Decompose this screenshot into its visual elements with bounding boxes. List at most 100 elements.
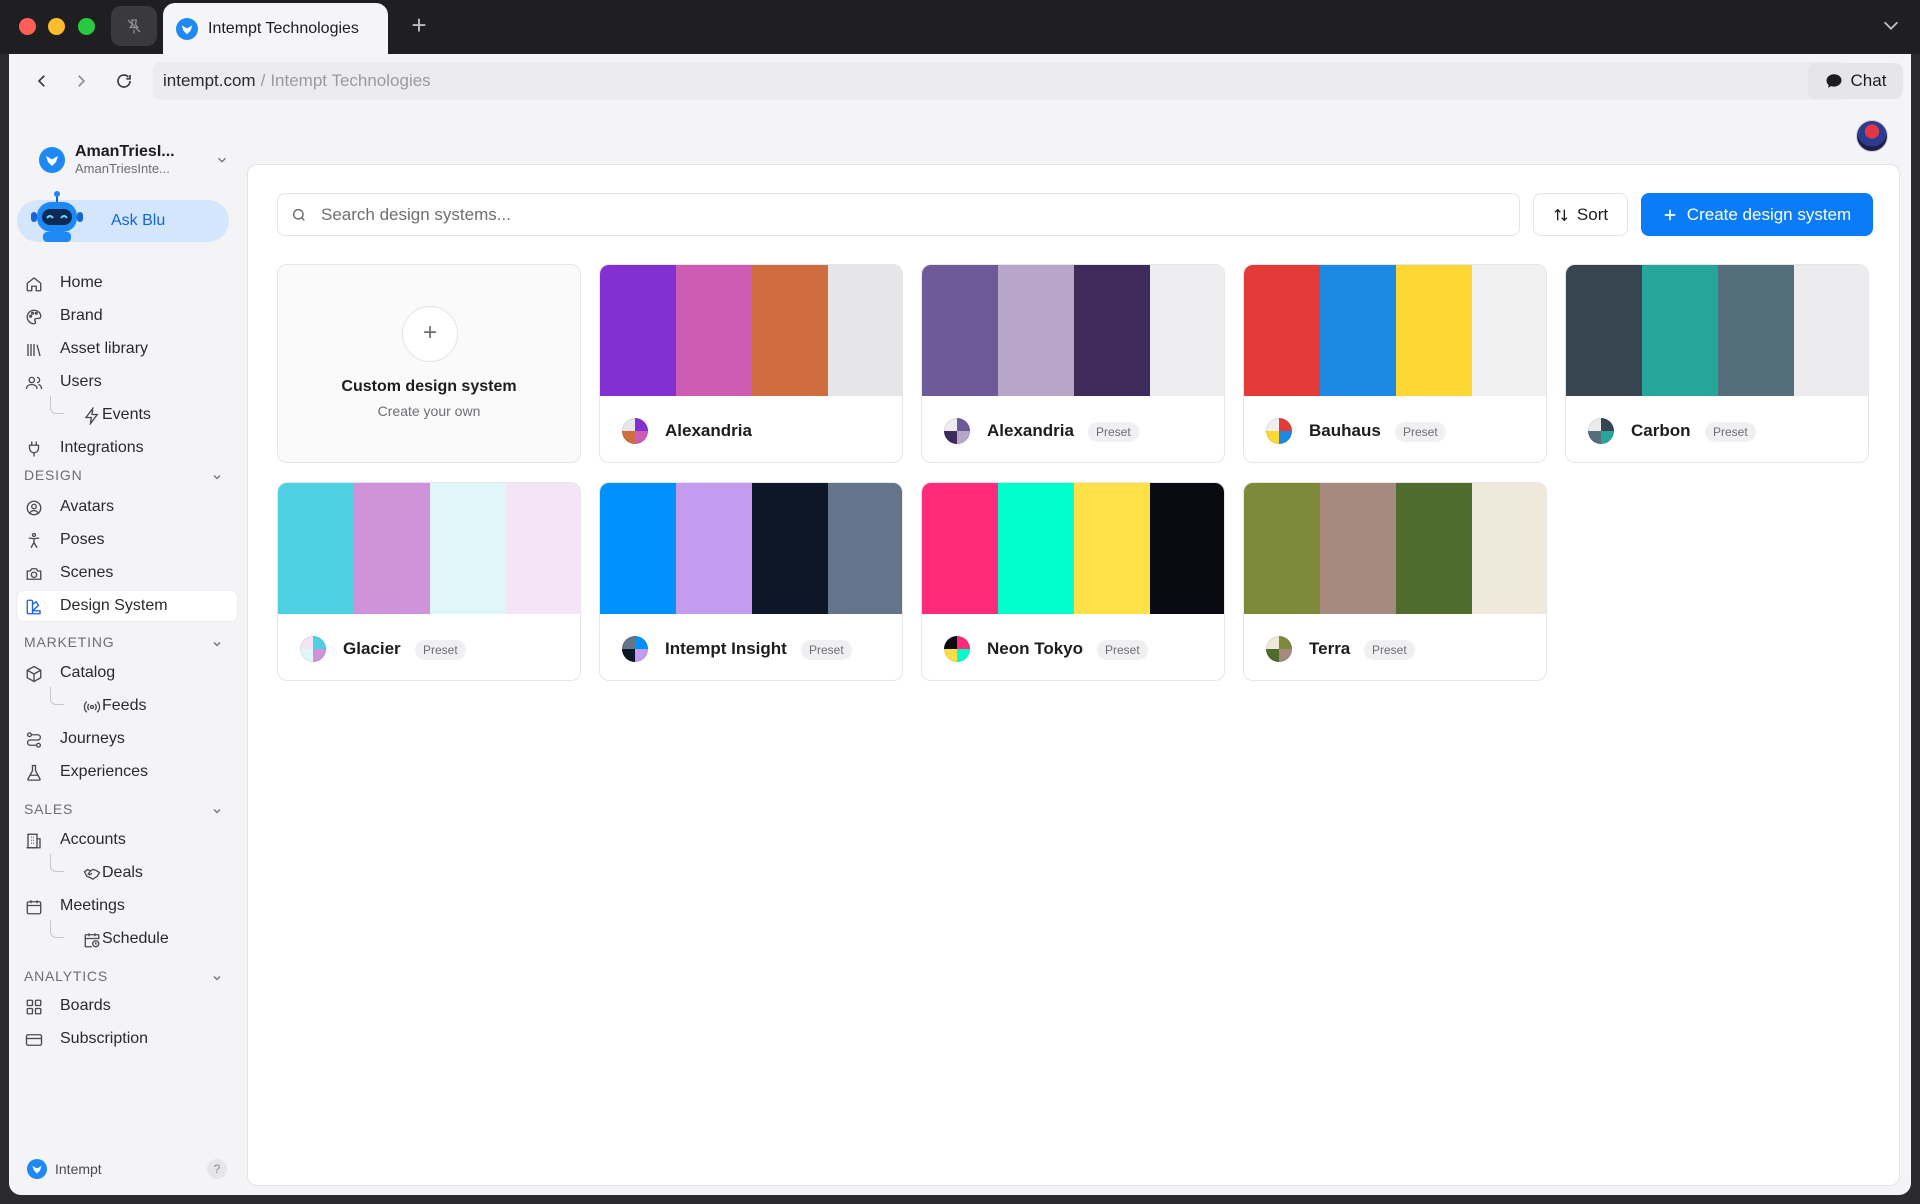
chevron-right-icon — [78, 75, 86, 87]
sidebar-item-feeds[interactable]: Feeds — [17, 687, 237, 721]
title-bar: Intempt Technologies + — [0, 0, 1920, 54]
color-swatches — [600, 265, 902, 396]
sidebar-item-deals[interactable]: Deals — [17, 854, 237, 888]
preset-badge: Preset — [1088, 422, 1139, 442]
design-system-name: Intempt Insight — [665, 639, 787, 658]
design-system-card[interactable]: Terra Preset — [1243, 482, 1547, 681]
chevron-down-icon — [213, 809, 221, 814]
sidebar-item-design-system[interactable]: Design System — [17, 591, 237, 621]
search-input[interactable] — [321, 194, 1501, 235]
section-design[interactable]: DESIGN — [24, 467, 229, 487]
sidebar-item-scenes[interactable]: Scenes — [17, 558, 237, 588]
section-analytics[interactable]: ANALYTICS — [24, 968, 229, 988]
reload-button[interactable] — [110, 67, 138, 95]
design-system-card[interactable]: Neon Tokyo Preset — [921, 482, 1225, 681]
user-avatar[interactable] — [1856, 120, 1888, 152]
flask-icon — [27, 764, 41, 781]
sidebar-item-label: Feeds — [102, 697, 147, 714]
search-box — [277, 193, 1520, 236]
broadcast-icon — [83, 701, 101, 713]
color-swatch — [828, 265, 902, 396]
color-swatch — [1320, 483, 1396, 614]
design-system-card[interactable]: Intempt Insight Preset — [599, 482, 903, 681]
sidebar-item-brand[interactable]: Brand — [17, 301, 237, 331]
sidebar: AmanTriesI... AmanTriesInte... Ask Blu H… — [9, 108, 245, 1195]
back-button[interactable] — [28, 67, 56, 95]
sidebar-item-label: Schedule — [102, 930, 169, 947]
color-swatch — [1320, 265, 1396, 396]
sidebar-item-schedule[interactable]: Schedule — [17, 920, 237, 954]
sidebar-item-catalog[interactable]: Catalog — [17, 658, 237, 688]
color-swatch — [922, 483, 998, 614]
color-swatch — [1074, 483, 1150, 614]
sidebar-item-label: Poses — [60, 531, 105, 548]
color-swatch — [1718, 265, 1794, 396]
design-system-name: Alexandria — [665, 421, 752, 440]
palette-preview-icon — [622, 418, 648, 444]
sidebar-item-label: Design System — [60, 597, 168, 614]
chevron-down-icon — [213, 642, 221, 647]
design-system-name: Terra — [1309, 639, 1351, 658]
design-system-card[interactable]: Alexandria — [599, 264, 903, 463]
address-bar[interactable]: intempt.com / Intempt Technologies — [153, 62, 1848, 100]
pin-tab-button[interactable] — [111, 6, 157, 46]
sidebar-item-subscription[interactable]: Subscription — [17, 1024, 237, 1054]
figure-pose-icon — [28, 532, 40, 549]
sidebar-item-label: Integrations — [60, 439, 144, 456]
sort-label: Sort — [1576, 204, 1609, 224]
new-tab-button[interactable]: + — [404, 10, 434, 40]
preset-badge: Preset — [1097, 640, 1148, 660]
reload-icon — [117, 74, 131, 88]
users-icon — [25, 376, 43, 390]
org-switcher[interactable]: AmanTriesI... AmanTriesInte... — [39, 138, 229, 182]
calendar-clock-icon — [84, 933, 100, 948]
color-swatch — [752, 265, 828, 396]
forward-button[interactable] — [67, 67, 95, 95]
color-swatch — [922, 265, 998, 396]
design-system-card[interactable]: Carbon Preset — [1565, 264, 1869, 463]
sidebar-item-home[interactable]: Home — [17, 268, 237, 298]
search-icon — [292, 208, 305, 221]
sidebar-item-boards[interactable]: Boards — [17, 991, 237, 1021]
card-info: Intempt Insight Preset — [600, 614, 902, 680]
color-swatches — [278, 483, 580, 614]
design-system-card[interactable]: Bauhaus Preset — [1243, 264, 1547, 463]
close-window-button[interactable] — [19, 18, 36, 35]
custom-design-system-card[interactable]: + Custom design system Create your own — [277, 264, 581, 463]
section-marketing[interactable]: MARKETING — [24, 634, 229, 654]
palette-icon — [26, 309, 42, 325]
color-swatch — [676, 265, 752, 396]
sidebar-item-avatars[interactable]: Avatars — [17, 492, 237, 522]
sidebar-item-accounts[interactable]: Accounts — [17, 825, 237, 855]
design-system-name: Alexandria — [987, 421, 1074, 440]
section-sales[interactable]: SALES — [24, 801, 229, 821]
sidebar-item-integrations[interactable]: Integrations — [17, 433, 237, 463]
design-system-card[interactable]: Alexandria Preset — [921, 264, 1225, 463]
help-button[interactable]: ? — [207, 1159, 227, 1179]
chat-button[interactable]: Chat — [1808, 63, 1903, 99]
sidebar-item-asset-library[interactable]: Asset library — [17, 334, 237, 364]
tree-branch-line — [50, 396, 64, 414]
url-page-title: Intempt Technologies — [270, 71, 431, 90]
sidebar-item-events[interactable]: Events — [17, 396, 237, 430]
sidebar-item-meetings[interactable]: Meetings — [17, 891, 237, 921]
create-design-system-button[interactable]: Create design system — [1641, 193, 1873, 236]
sidebar-item-journeys[interactable]: Journeys — [17, 724, 237, 754]
minimize-window-button[interactable] — [48, 18, 65, 35]
tab-list-chevron-icon[interactable] — [1880, 14, 1902, 36]
palette-preview-icon — [1266, 418, 1292, 444]
sidebar-item-users[interactable]: Users — [17, 367, 237, 397]
main-panel: Sort Create design system + Custom desig… — [247, 164, 1900, 1186]
browser-tab-active[interactable]: Intempt Technologies — [163, 3, 388, 54]
intempt-logo-icon — [27, 1159, 47, 1179]
sidebar-item-experiences[interactable]: Experiences — [17, 757, 237, 787]
design-system-name: Glacier — [343, 639, 401, 658]
url-host: intempt.com — [163, 71, 256, 90]
color-swatches — [1244, 483, 1546, 614]
maximize-window-button[interactable] — [78, 18, 95, 35]
ask-blu-button[interactable]: Ask Blu — [17, 191, 229, 242]
sort-button[interactable]: Sort — [1533, 193, 1628, 236]
color-swatch — [676, 483, 752, 614]
sidebar-item-poses[interactable]: Poses — [17, 525, 237, 555]
design-system-card[interactable]: Glacier Preset — [277, 482, 581, 681]
